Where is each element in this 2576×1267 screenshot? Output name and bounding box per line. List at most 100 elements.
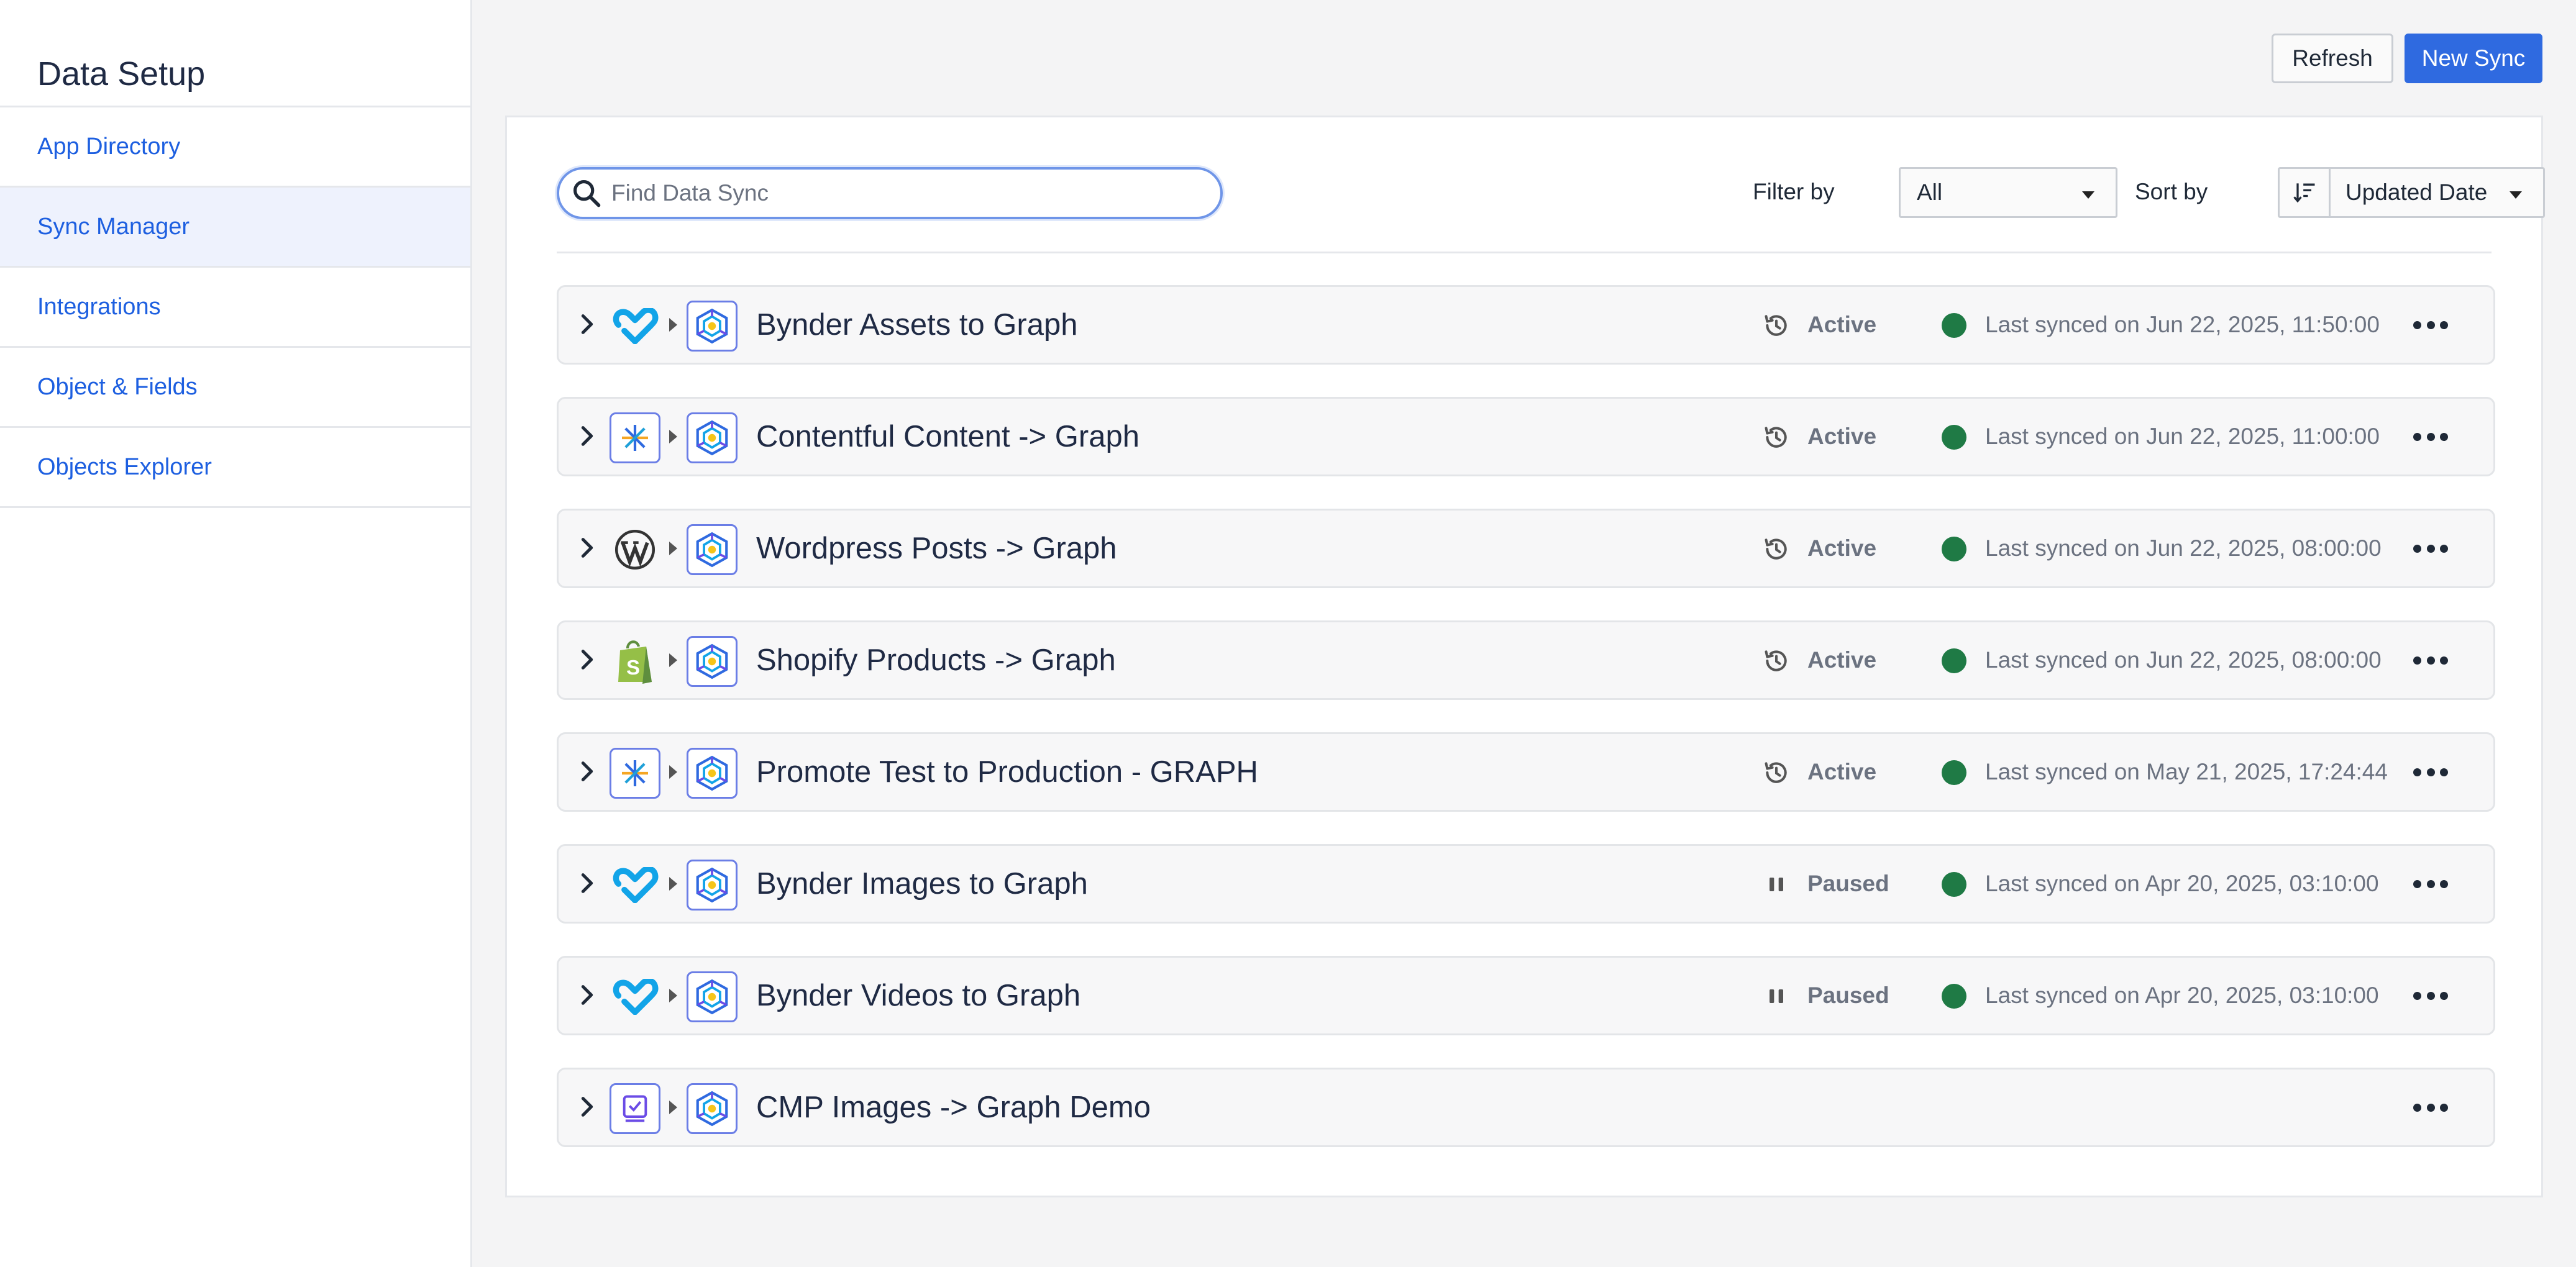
chevron-right-icon[interactable] — [575, 1094, 600, 1119]
wordpress-icon — [610, 524, 660, 575]
status-label: Active — [1807, 759, 1877, 784]
contentful-icon — [610, 748, 660, 799]
graph-icon — [687, 412, 738, 463]
sidebar: Data Setup App Directory Sync Manager In… — [0, 0, 472, 1267]
last-synced-text: Last synced on May 21, 2025, 17:24:44 — [1985, 759, 2388, 784]
caret-right-icon — [669, 430, 677, 443]
sync-row[interactable]: Bynder Assets to Graph Active Last synced… — [557, 285, 2495, 365]
search-box[interactable] — [557, 167, 1223, 219]
new-sync-button[interactable]: New Sync — [2405, 34, 2542, 83]
sync-name[interactable]: Bynder Images to Graph — [756, 846, 1088, 922]
last-synced-text: Last synced on Apr 20, 2025, 03:10:00 — [1985, 983, 2379, 1008]
sync-row[interactable]: S Shopify Products -> Graph Active Last s… — [557, 620, 2495, 700]
sync-row[interactable]: Bynder Videos to Graph Paused Last synced… — [557, 956, 2495, 1035]
sidebar-nav: App Directory Sync Manager Integrations … — [0, 106, 470, 508]
sidebar-item-sync-manager[interactable]: Sync Manager — [0, 188, 470, 268]
shopify-icon: S — [610, 636, 660, 687]
svg-text:S: S — [626, 656, 640, 679]
bynder-icon — [610, 971, 660, 1022]
more-options-icon[interactable] — [2413, 424, 2448, 450]
caret-right-icon — [669, 1101, 677, 1114]
caret-right-icon — [669, 542, 677, 555]
history-icon — [1763, 535, 1790, 563]
sync-name[interactable]: Wordpress Posts -> Graph — [756, 511, 1117, 586]
status-label: Paused — [1807, 871, 1889, 896]
sidebar-item-app-directory[interactable]: App Directory — [0, 107, 470, 188]
history-icon — [1763, 312, 1790, 339]
status-dot — [1942, 760, 1966, 785]
status-dot — [1942, 648, 1966, 673]
chevron-right-icon[interactable] — [575, 759, 600, 784]
more-options-icon[interactable] — [2413, 647, 2448, 673]
sync-name[interactable]: Bynder Videos to Graph — [756, 958, 1080, 1033]
sync-name[interactable]: Promote Test to Production - GRAPH — [756, 734, 1258, 810]
sync-row[interactable]: CMP Images -> Graph Demo — [557, 1068, 2495, 1147]
more-options-icon[interactable] — [2413, 759, 2448, 785]
sort-dropdown[interactable]: Updated Date — [2329, 167, 2545, 218]
status-dot — [1942, 313, 1966, 338]
more-options-icon[interactable] — [2413, 312, 2448, 338]
filter-label: Filter by — [1753, 179, 1835, 204]
caret-right-icon — [669, 877, 677, 891]
pause-icon — [1763, 871, 1790, 898]
history-icon — [1763, 759, 1790, 786]
chevron-right-icon[interactable] — [575, 647, 600, 672]
sync-row[interactable]: Contentful Content -> Graph Active Last s… — [557, 397, 2495, 476]
status-dot — [1942, 872, 1966, 897]
pause-icon — [1763, 983, 1790, 1010]
history-icon — [1763, 424, 1790, 451]
sync-name[interactable]: CMP Images -> Graph Demo — [756, 1069, 1151, 1145]
chevron-down-icon — [2082, 191, 2094, 199]
graph-icon — [687, 636, 738, 687]
history-icon — [1763, 647, 1790, 674]
status-label: Active — [1807, 424, 1877, 449]
search-icon — [573, 179, 601, 207]
sidebar-item-integrations[interactable]: Integrations — [0, 268, 470, 348]
sort-label: Sort by — [2135, 179, 2208, 204]
status-dot — [1942, 537, 1966, 561]
divider — [557, 252, 2492, 253]
filter-value: All — [1917, 179, 1943, 205]
last-synced-text: Last synced on Apr 20, 2025, 03:10:00 — [1985, 871, 2379, 896]
sync-row[interactable]: Wordpress Posts -> Graph Active Last sync… — [557, 509, 2495, 588]
sync-row[interactable]: Promote Test to Production - GRAPH Activ… — [557, 732, 2495, 812]
bynder-icon — [610, 301, 660, 352]
search-input[interactable] — [611, 180, 1171, 206]
sync-name[interactable]: Bynder Assets to Graph — [756, 287, 1078, 363]
graph-icon — [687, 1083, 738, 1134]
chevron-right-icon[interactable] — [575, 424, 600, 448]
refresh-button[interactable]: Refresh — [2272, 34, 2393, 83]
filter-dropdown[interactable]: All — [1899, 167, 2117, 218]
last-synced-text: Last synced on Jun 22, 2025, 08:00:00 — [1985, 647, 2382, 673]
sync-list-panel: Filter by All Sort by Updated Date — [505, 116, 2545, 1197]
sync-row[interactable]: Bynder Images to Graph Paused Last synced… — [557, 844, 2495, 924]
status-label: Active — [1807, 535, 1877, 561]
bynder-icon — [610, 860, 660, 911]
more-options-icon[interactable] — [2413, 983, 2448, 1009]
more-options-icon[interactable] — [2413, 1094, 2448, 1120]
last-synced-text: Last synced on Jun 22, 2025, 11:50:00 — [1985, 312, 2380, 337]
chevron-right-icon[interactable] — [575, 312, 600, 337]
sort-direction-button[interactable] — [2278, 167, 2329, 218]
graph-icon — [687, 860, 738, 911]
sidebar-item-object-fields[interactable]: Object & Fields — [0, 348, 470, 428]
sort-descending-icon — [2293, 183, 2314, 203]
last-synced-text: Last synced on Jun 22, 2025, 08:00:00 — [1985, 535, 2382, 561]
status-dot — [1942, 425, 1966, 450]
caret-right-icon — [669, 765, 677, 779]
more-options-icon[interactable] — [2413, 535, 2448, 561]
sync-name[interactable]: Contentful Content -> Graph — [756, 399, 1140, 475]
sync-name[interactable]: Shopify Products -> Graph — [756, 622, 1116, 698]
more-options-icon[interactable] — [2413, 871, 2448, 897]
graph-icon — [687, 524, 738, 575]
graph-icon — [687, 301, 738, 352]
status-label: Active — [1807, 312, 1877, 337]
chevron-right-icon[interactable] — [575, 535, 600, 560]
status-dot — [1942, 984, 1966, 1009]
graph-icon — [687, 748, 738, 799]
sidebar-item-objects-explorer[interactable]: Objects Explorer — [0, 428, 470, 508]
chevron-right-icon[interactable] — [575, 871, 600, 896]
status-label: Active — [1807, 647, 1877, 673]
status-label: Paused — [1807, 983, 1889, 1008]
chevron-right-icon[interactable] — [575, 983, 600, 1007]
